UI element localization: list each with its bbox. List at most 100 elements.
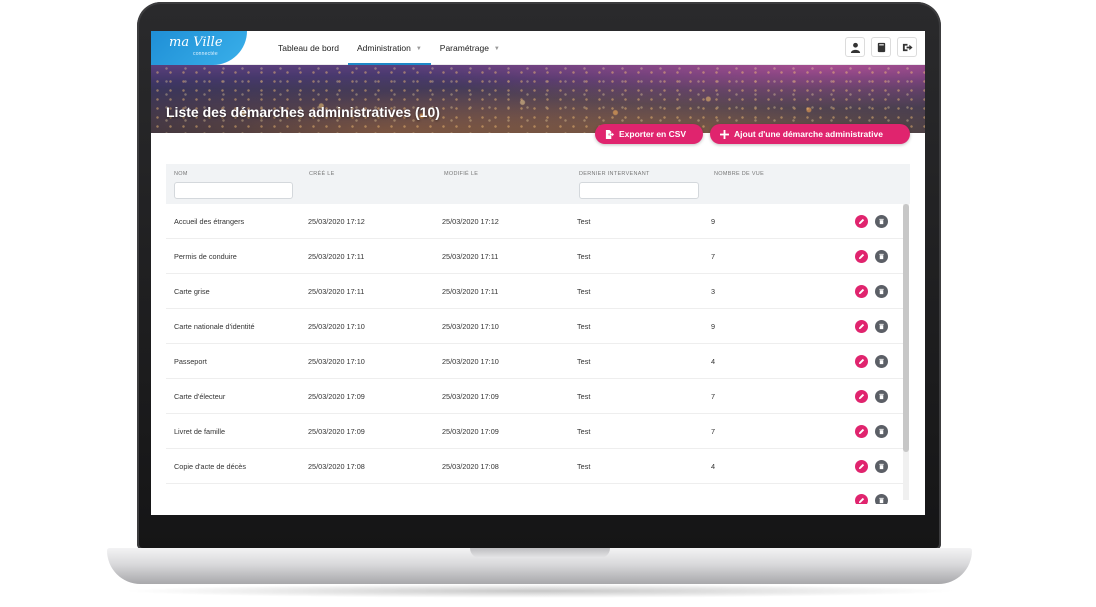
edit-button[interactable]	[855, 285, 868, 298]
table-row[interactable]: Passeport 25/03/2020 17:10 25/03/2020 17…	[166, 344, 906, 379]
delete-button[interactable]	[875, 320, 888, 333]
delete-button[interactable]	[875, 215, 888, 228]
edit-button[interactable]	[855, 355, 868, 368]
trash-icon	[879, 323, 884, 330]
edit-button[interactable]	[855, 390, 868, 403]
nav-item-tableau-de-bord[interactable]: Tableau de bord	[269, 31, 348, 65]
documentation-button[interactable]	[871, 37, 891, 57]
file-export-icon	[605, 129, 614, 139]
nav-item-label: Tableau de bord	[278, 43, 339, 53]
logout-button[interactable]	[897, 37, 917, 57]
header-icon-group	[845, 37, 917, 57]
cell-intervenant: Test	[577, 217, 591, 226]
pencil-icon	[858, 428, 865, 435]
delete-button[interactable]	[875, 390, 888, 403]
user-button[interactable]	[845, 37, 865, 57]
cell-nom: Accueil des étrangers	[174, 217, 245, 226]
edit-button[interactable]	[855, 494, 868, 504]
cell-vues: 7	[711, 252, 716, 261]
pencil-icon	[858, 253, 865, 260]
cell-nom: Passeport	[174, 357, 207, 366]
column-header-dernier-intervenant[interactable]: DERNIER INTERVENANT	[579, 171, 650, 177]
user-icon	[850, 42, 860, 53]
logo[interactable]: ma Ville connectée	[151, 31, 247, 65]
export-csv-label: Exporter en CSV	[619, 129, 687, 139]
edit-button[interactable]	[855, 250, 868, 263]
cell-modifie-le: 25/03/2020 17:10	[442, 357, 499, 366]
pencil-icon	[858, 323, 865, 330]
cell-vues: 7	[711, 392, 716, 401]
cell-vues: 7	[711, 427, 716, 436]
edit-button[interactable]	[855, 460, 868, 473]
trash-icon	[879, 393, 884, 400]
cell-cree-le: 25/03/2020 17:10	[308, 322, 365, 331]
column-header-nom[interactable]: NOM	[174, 171, 188, 177]
trash-icon	[879, 288, 884, 295]
table-body: Accueil des étrangers 25/03/2020 17:12 2…	[166, 204, 910, 504]
pencil-icon	[858, 358, 865, 365]
logo-sub-text: connectée	[193, 51, 218, 57]
top-navigation-bar: ma Ville connectée Tableau de bord Admin…	[151, 31, 925, 65]
cell-cree-le: 25/03/2020 17:08	[308, 462, 365, 471]
delete-button[interactable]	[875, 425, 888, 438]
add-demarche-button[interactable]: Ajout d'une démarche administrative	[710, 124, 910, 144]
delete-button[interactable]	[875, 285, 888, 298]
edit-button[interactable]	[855, 215, 868, 228]
laptop-shadow	[120, 584, 960, 598]
cell-modifie-le: 25/03/2020 17:10	[442, 322, 499, 331]
trash-icon	[879, 218, 884, 225]
edit-button[interactable]	[855, 320, 868, 333]
table-scrollbar[interactable]	[903, 204, 909, 500]
cell-intervenant: Test	[577, 252, 591, 261]
filter-intervenant-input[interactable]	[579, 182, 699, 199]
trash-icon	[879, 358, 884, 365]
cell-nom: Carte nationale d'identité	[174, 322, 255, 331]
book-icon	[877, 42, 885, 52]
nav-item-label: Administration	[356, 43, 411, 53]
delete-button[interactable]	[875, 355, 888, 368]
pencil-icon	[858, 393, 865, 400]
cell-cree-le: 25/03/2020 17:09	[308, 427, 365, 436]
nav-item-parametrage[interactable]: Paramétrage ▼	[431, 31, 509, 65]
cell-intervenant: Test	[577, 322, 591, 331]
cell-modifie-le: 25/03/2020 17:11	[442, 287, 499, 296]
cell-modifie-le: 25/03/2020 17:09	[442, 427, 499, 436]
cell-nom: Carte d'électeur	[174, 392, 226, 401]
table-row[interactable]: Livret de famille 25/03/2020 17:09 25/03…	[166, 414, 906, 449]
delete-button[interactable]	[875, 250, 888, 263]
pencil-icon	[858, 497, 865, 504]
nav-item-administration[interactable]: Administration ▼	[347, 31, 431, 65]
scrollbar-thumb[interactable]	[903, 204, 909, 452]
table-row[interactable]: Accueil des étrangers 25/03/2020 17:12 2…	[166, 204, 906, 239]
cell-intervenant: Test	[577, 392, 591, 401]
cell-modifie-le: 25/03/2020 17:09	[442, 392, 499, 401]
cell-cree-le: 25/03/2020 17:11	[308, 287, 365, 296]
table-row[interactable]: Carte d'électeur 25/03/2020 17:09 25/03/…	[166, 379, 906, 414]
column-header-cree-le[interactable]: CRÉÉ LE	[309, 171, 335, 177]
main-nav: Tableau de bord Administration ▼ Paramétr…	[269, 31, 509, 65]
cell-cree-le: 25/03/2020 17:10	[308, 357, 365, 366]
table-row[interactable]: Copie d'acte de décès 25/03/2020 17:08 2…	[166, 449, 906, 484]
cell-modifie-le: 25/03/2020 17:08	[442, 462, 499, 471]
header-banner-image	[151, 65, 925, 133]
cell-intervenant: Test	[577, 287, 591, 296]
delete-button[interactable]	[875, 460, 888, 473]
laptop-notch	[470, 548, 610, 558]
chevron-down-icon: ▼	[493, 46, 500, 52]
cell-cree-le: 25/03/2020 17:09	[308, 392, 365, 401]
column-header-modifie-le[interactable]: MODIFIÉ LE	[444, 171, 478, 177]
column-header-nombre-de-vue[interactable]: NOMBRE DE VUE	[714, 171, 764, 177]
table-row[interactable]: Carte nationale d'identité 25/03/2020 17…	[166, 309, 906, 344]
export-csv-button[interactable]: Exporter en CSV	[595, 124, 703, 144]
table-row[interactable]: Carte grise 25/03/2020 17:11 25/03/2020 …	[166, 274, 906, 309]
trash-icon	[879, 463, 884, 470]
delete-button[interactable]	[875, 494, 888, 504]
filter-nom-input[interactable]	[174, 182, 293, 199]
table-row-partial[interactable]	[166, 484, 906, 504]
table-row[interactable]: Permis de conduire 25/03/2020 17:11 25/0…	[166, 239, 906, 274]
logout-icon	[902, 43, 913, 51]
edit-button[interactable]	[855, 425, 868, 438]
cell-modifie-le: 25/03/2020 17:11	[442, 252, 499, 261]
plus-icon	[720, 129, 729, 139]
logo-main-text: ma Ville	[169, 35, 223, 50]
